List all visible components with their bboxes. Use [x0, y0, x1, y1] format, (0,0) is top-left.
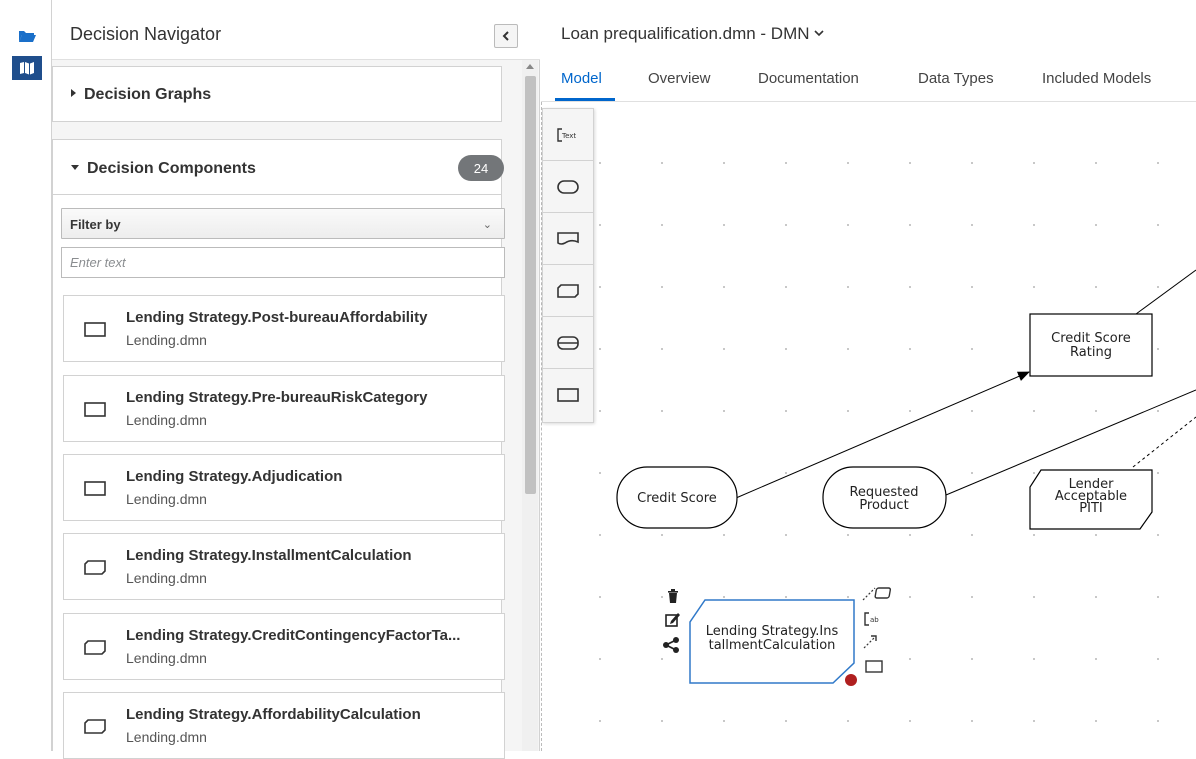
decision-icon [84, 402, 106, 417]
chevron-down-icon [814, 30, 824, 37]
share-icon[interactable] [663, 637, 679, 653]
component-file: Lending.dmn [126, 570, 207, 586]
component-card[interactable]: Lending Strategy.CreditContingencyFactor… [63, 613, 505, 680]
edge-rating-out[interactable] [1135, 269, 1196, 315]
knowledge-source-icon[interactable] [543, 213, 593, 265]
decision-graphs-panel[interactable]: Decision Graphs [52, 66, 502, 122]
tab-data-types[interactable]: Data Types [918, 70, 994, 87]
active-tab-indicator [555, 98, 615, 101]
decision-components-panel: Decision Components 24 Filter by ⌄ Lendi… [52, 139, 505, 759]
navigator-header: Decision Navigator [52, 0, 540, 60]
component-card[interactable]: Lending Strategy.InstallmentCalculation L… [63, 533, 505, 600]
node-selected-line1: Lending Strategy.Ins [706, 624, 839, 639]
diagram-canvas[interactable]: Credit Score Rating Credit Score Request… [541, 102, 1196, 751]
component-name: Lending Strategy.Adjudication [126, 468, 343, 485]
node-credit-score[interactable]: Credit Score [616, 466, 738, 529]
bkm-icon [84, 719, 106, 734]
component-name: Lending Strategy.InstallmentCalculation [126, 547, 412, 564]
left-rail [0, 0, 52, 751]
component-card[interactable]: Lending Strategy.Pre-bureauRiskCategory L… [63, 375, 505, 442]
trash-icon[interactable] [668, 589, 678, 603]
text-annotation-icon[interactable]: Text [543, 109, 593, 161]
component-file: Lending.dmn [126, 650, 207, 666]
node-requested-product-line2: Product [859, 498, 908, 513]
editor-tabs: Model Overview Documentation Data Types … [541, 58, 1196, 102]
decision-icon [84, 322, 106, 337]
decision-components-label: Decision Components [87, 160, 256, 177]
node-credit-score-rating[interactable]: Credit Score Rating [1029, 313, 1153, 377]
svg-text:Text: Text [561, 132, 576, 140]
scroll-thumb[interactable] [525, 76, 536, 494]
component-name: Lending Strategy.Pre-bureauRiskCategory [126, 389, 428, 406]
collapse-navigator-button[interactable] [494, 24, 518, 48]
chevron-left-icon [502, 31, 509, 41]
bkm-icon[interactable] [543, 265, 593, 317]
node-lender-acceptable-piti[interactable]: Lender Acceptable PITI [1029, 469, 1153, 530]
decision-components-header[interactable]: Decision Components 24 [53, 140, 504, 195]
decision-graphs-label: Decision Graphs [84, 86, 212, 103]
folder-icon[interactable] [12, 24, 42, 48]
decision-icon[interactable] [865, 660, 883, 673]
component-name: Lending Strategy.CreditContingencyFactor… [126, 627, 461, 644]
node-requested-product[interactable]: Requested Product [822, 466, 947, 529]
tab-documentation[interactable]: Documentation [758, 70, 859, 87]
bkm-icon [84, 640, 106, 655]
decision-service-icon[interactable] [543, 317, 593, 369]
edit-icon[interactable] [665, 613, 680, 627]
component-file: Lending.dmn [126, 412, 207, 428]
node-credit-score-rating-line1: Credit Score [1051, 331, 1131, 346]
node-credit-score-rating-line2: Rating [1070, 345, 1112, 360]
component-card[interactable]: Lending Strategy.Post-bureauAffordabilit… [63, 295, 505, 362]
tab-model[interactable]: Model [561, 70, 602, 87]
tab-included-models[interactable]: Included Models [1042, 70, 1151, 87]
component-name: Lending Strategy.AffordabilityCalculatio… [126, 706, 421, 723]
caret-down-icon [71, 165, 79, 170]
components-count-badge: 24 [458, 155, 504, 181]
component-file: Lending.dmn [126, 729, 207, 745]
node-selected-installment-calculation[interactable]: Lending Strategy.Ins tallmentCalculation [689, 599, 857, 686]
shape-palette: Text [542, 108, 594, 423]
dmn-diagram: Credit Score Rating Credit Score Request… [616, 269, 1196, 686]
association-icon[interactable] [862, 587, 892, 601]
decision-icon [84, 481, 106, 496]
navigator-title: Decision Navigator [70, 24, 222, 44]
resize-handle[interactable] [845, 674, 857, 686]
map-icon[interactable] [12, 56, 42, 80]
chevron-down-icon: ⌄ [482, 219, 492, 231]
decision-graphs-toggle[interactable]: Decision Graphs [71, 86, 211, 104]
dmn-editor: Loan prequalification.dmn - DMN Model Ov… [541, 0, 1196, 751]
bkm-icon [84, 560, 106, 575]
connector-icon[interactable] [863, 635, 877, 649]
component-name: Lending Strategy.Post-bureauAffordabilit… [126, 309, 428, 326]
filter-text-input[interactable] [61, 247, 505, 278]
scroll-up-arrow[interactable] [526, 64, 534, 69]
decision-navigator: Decision Navigator Decision Graphs Decis… [52, 0, 540, 759]
node-selected-line2: tallmentCalculation [709, 638, 836, 653]
component-file: Lending.dmn [126, 332, 207, 348]
node-credit-score-label: Credit Score [637, 491, 717, 506]
caret-right-icon [71, 89, 76, 97]
document-title[interactable]: Loan prequalification.dmn - DMN [561, 24, 824, 44]
filter-by-select[interactable]: Filter by ⌄ [61, 208, 505, 239]
text-annotation-icon[interactable]: ab [864, 612, 879, 626]
tab-overview[interactable]: Overview [648, 70, 711, 87]
decision-icon[interactable] [543, 369, 593, 421]
decision-components-toggle[interactable]: Decision Components [71, 160, 256, 178]
component-file: Lending.dmn [126, 491, 207, 507]
filter-by-label: Filter by [70, 217, 121, 232]
document-title-text: Loan prequalification.dmn - DMN [561, 24, 810, 43]
svg-text:ab: ab [870, 616, 879, 624]
component-card[interactable]: Lending Strategy.Adjudication Lending.dmn [63, 454, 505, 521]
component-card[interactable]: Lending Strategy.AffordabilityCalculatio… [63, 692, 505, 759]
navigator-scrollbar[interactable] [522, 60, 538, 751]
node-lender-piti-line3: PITI [1079, 501, 1102, 516]
input-data-icon[interactable] [543, 161, 593, 213]
edge-lender-piti-association[interactable] [1132, 416, 1196, 468]
